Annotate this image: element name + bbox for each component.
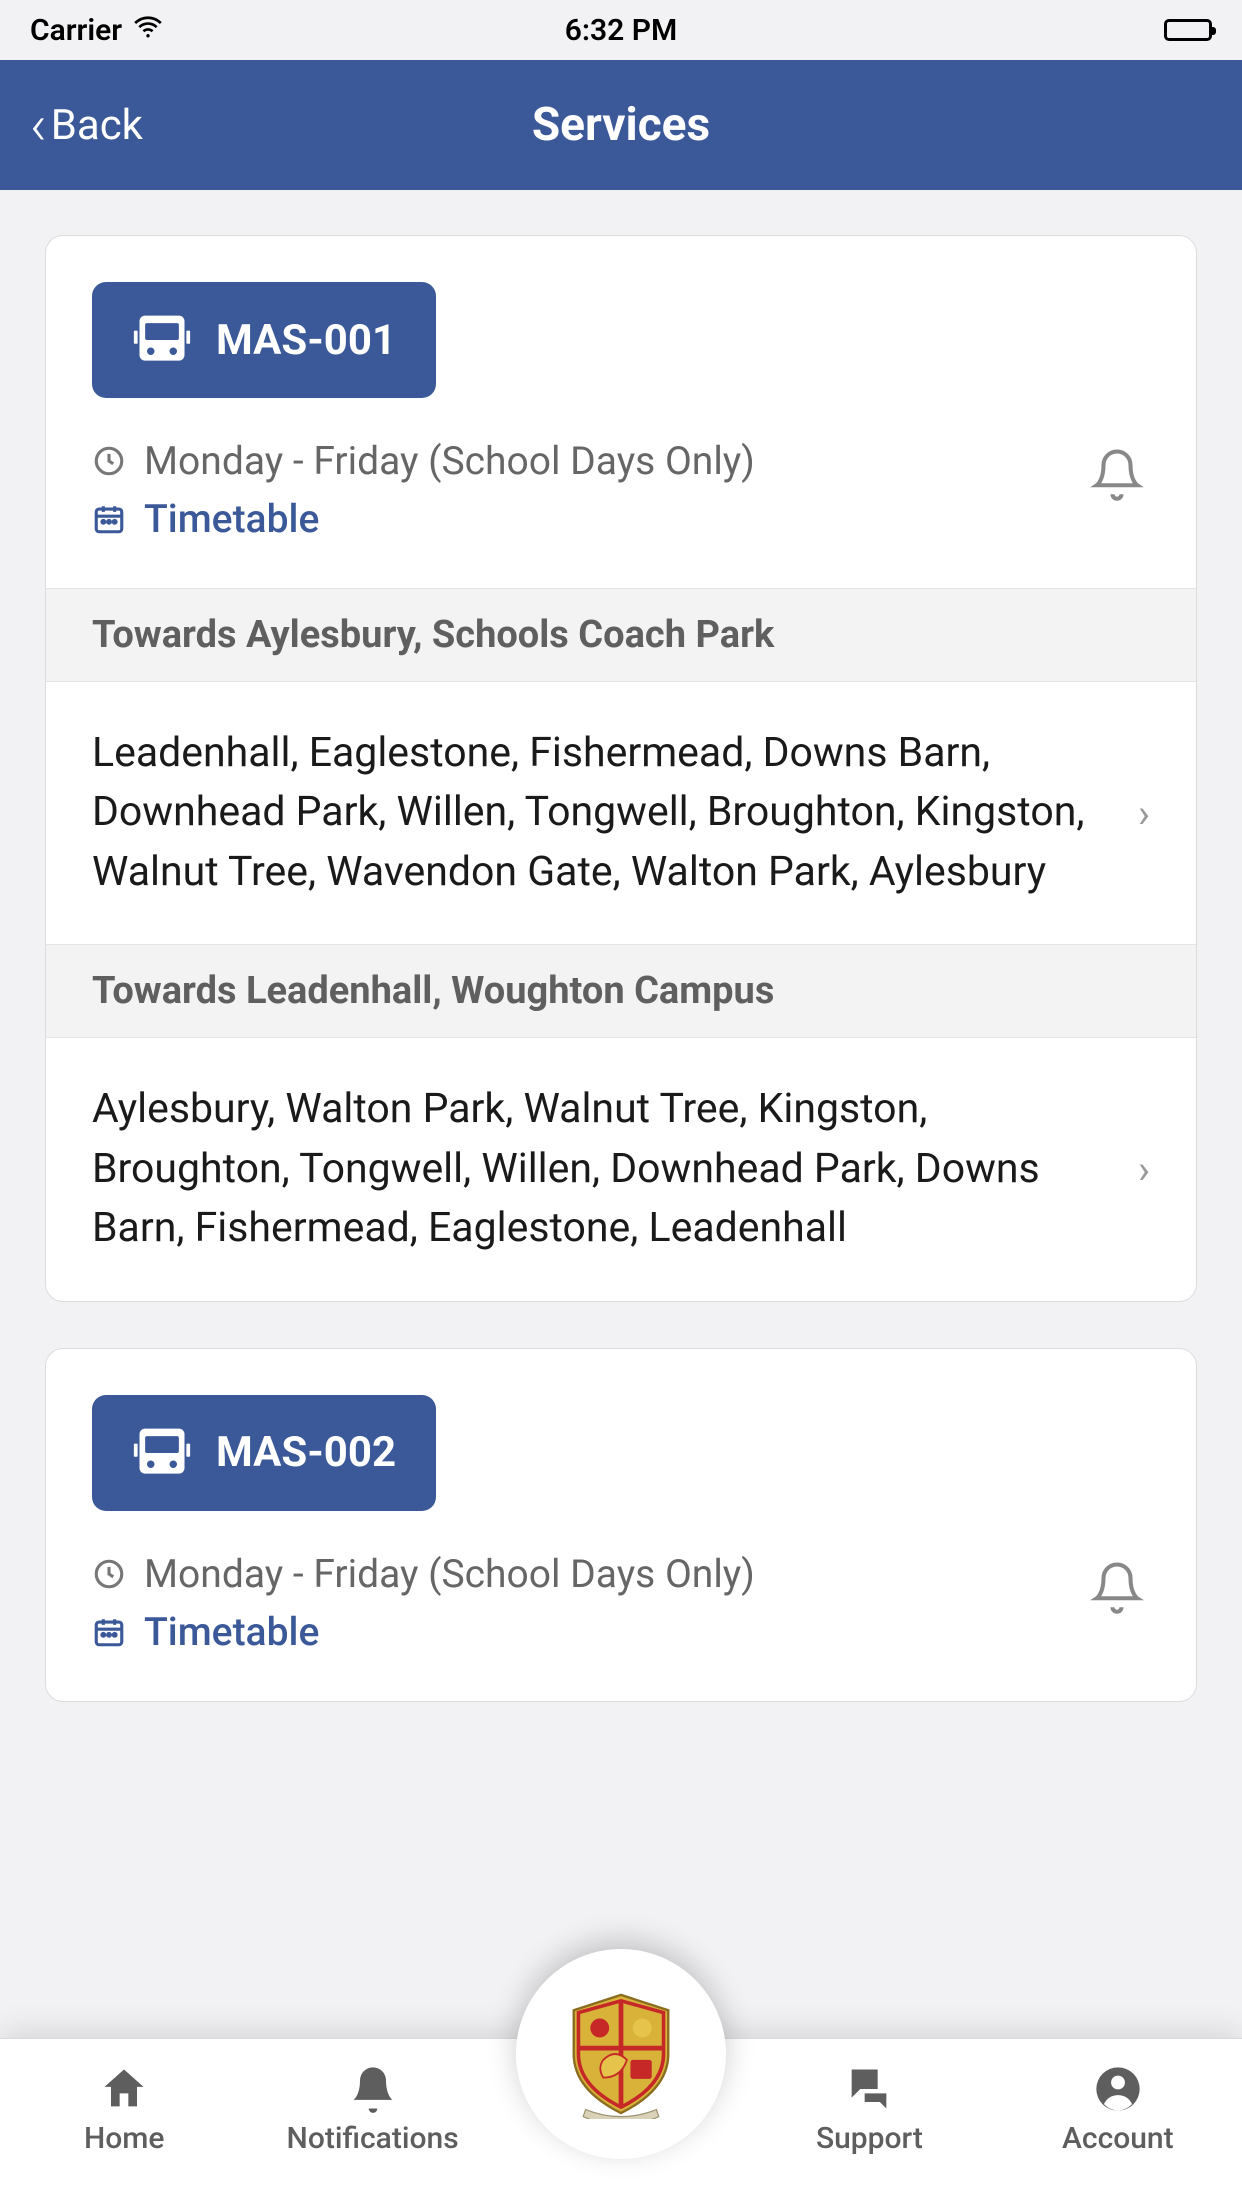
- direction-header: Towards Leadenhall, Woughton Campus: [46, 944, 1196, 1038]
- meta-row: Monday - Friday (School Days Only) Timet…: [92, 438, 1150, 542]
- content-area: MAS-001 Monday - Friday (School Days Onl…: [0, 190, 1242, 2038]
- status-time: 6:32 PM: [424, 13, 818, 48]
- school-crest-icon: [556, 1989, 686, 2119]
- bus-icon: [132, 310, 192, 370]
- chevron-right-icon: ›: [1138, 790, 1150, 837]
- status-left: Carrier: [30, 10, 424, 50]
- timetable-link[interactable]: Timetable: [92, 496, 1084, 542]
- clock-icon: [92, 1557, 126, 1591]
- tab-account[interactable]: Account: [994, 2039, 1242, 2156]
- service-card: MAS-001 Monday - Friday (School Days Onl…: [45, 235, 1197, 1302]
- tab-bar: Home Notifications Support Account: [0, 2038, 1242, 2208]
- timetable-link[interactable]: Timetable: [92, 1609, 1084, 1655]
- tab-notifications[interactable]: Notifications: [248, 2039, 496, 2156]
- bell-icon: [347, 2063, 399, 2115]
- service-badge: MAS-002: [92, 1395, 436, 1511]
- chat-icon: [843, 2063, 895, 2115]
- service-name: MAS-001: [216, 316, 396, 365]
- card-header: MAS-002 Monday - Friday (School Days Onl…: [46, 1349, 1196, 1701]
- route-stops: Leadenhall, Eaglestone, Fishermead, Down…: [92, 724, 1118, 902]
- back-button[interactable]: ‹ Back: [0, 97, 143, 153]
- notification-bell-button[interactable]: [1084, 1551, 1150, 1623]
- calendar-icon: [92, 1615, 126, 1649]
- status-right: [818, 19, 1212, 41]
- route-item[interactable]: Aylesbury, Walton Park, Walnut Tree, Kin…: [46, 1038, 1196, 1300]
- tab-label: Account: [1062, 2121, 1174, 2156]
- schedule-text: Monday - Friday (School Days Only): [144, 438, 755, 484]
- nav-header: ‹ Back Services: [0, 60, 1242, 190]
- status-bar: Carrier 6:32 PM: [0, 0, 1242, 60]
- schedule-text: Monday - Friday (School Days Only): [144, 1551, 755, 1597]
- meta-row: Monday - Friday (School Days Only) Timet…: [92, 1551, 1150, 1655]
- timetable-label: Timetable: [144, 1609, 319, 1655]
- route-item[interactable]: Leadenhall, Eaglestone, Fishermead, Down…: [46, 682, 1196, 944]
- user-icon: [1092, 2063, 1144, 2115]
- chevron-left-icon: ‹: [30, 97, 47, 153]
- tab-label: Support: [816, 2121, 923, 2156]
- direction-header: Towards Aylesbury, Schools Coach Park: [46, 588, 1196, 682]
- tab-support[interactable]: Support: [745, 2039, 993, 2156]
- home-icon: [98, 2063, 150, 2115]
- battery-icon: [1164, 19, 1212, 41]
- chevron-right-icon: ›: [1138, 1146, 1150, 1193]
- notification-bell-button[interactable]: [1084, 438, 1150, 510]
- tab-label: Notifications: [287, 2121, 459, 2156]
- schedule-line: Monday - Friday (School Days Only): [92, 1551, 1084, 1597]
- service-name: MAS-002: [216, 1428, 396, 1477]
- meta-left: Monday - Friday (School Days Only) Timet…: [92, 438, 1084, 542]
- meta-left: Monday - Friday (School Days Only) Timet…: [92, 1551, 1084, 1655]
- bus-icon: [132, 1423, 192, 1483]
- clock-icon: [92, 444, 126, 478]
- calendar-icon: [92, 502, 126, 536]
- page-title: Services: [532, 98, 710, 152]
- schedule-line: Monday - Friday (School Days Only): [92, 438, 1084, 484]
- wifi-icon: [132, 10, 164, 50]
- service-card: MAS-002 Monday - Friday (School Days Onl…: [45, 1348, 1197, 1702]
- service-badge: MAS-001: [92, 282, 436, 398]
- tab-label: Home: [84, 2121, 165, 2156]
- route-stops: Aylesbury, Walton Park, Walnut Tree, Kin…: [92, 1080, 1118, 1258]
- back-label: Back: [51, 101, 143, 150]
- tab-home[interactable]: Home: [0, 2039, 248, 2156]
- card-header: MAS-001 Monday - Friday (School Days Onl…: [46, 236, 1196, 588]
- timetable-label: Timetable: [144, 496, 319, 542]
- carrier-label: Carrier: [30, 13, 122, 48]
- center-crest-button[interactable]: [516, 1949, 726, 2159]
